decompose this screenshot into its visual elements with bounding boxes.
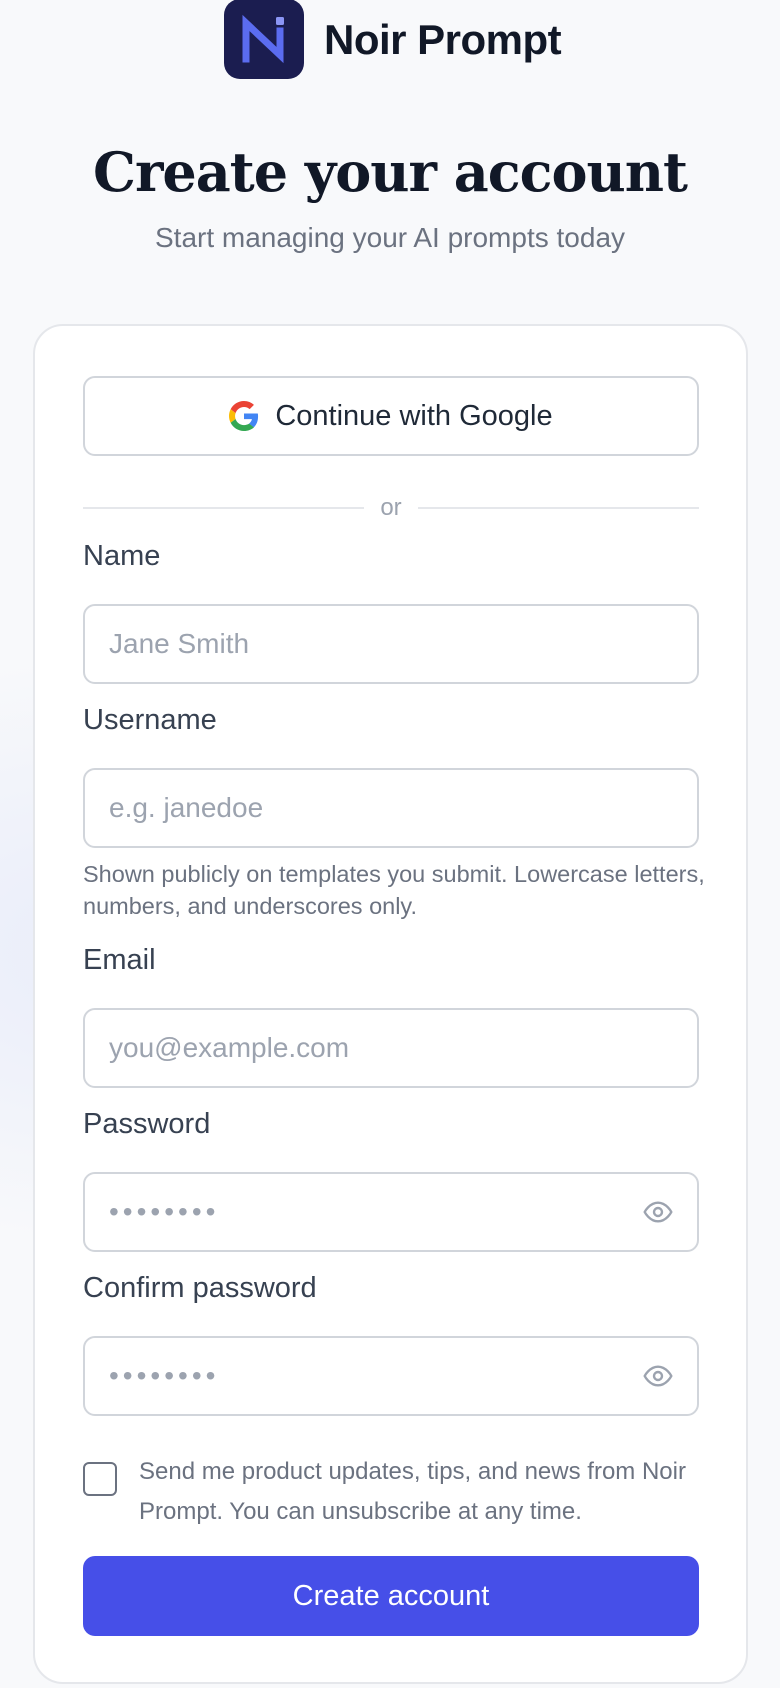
google-button-label: Continue with Google bbox=[275, 399, 553, 432]
username-help-text: Shown publicly on templates you submit. … bbox=[83, 861, 705, 919]
email-input[interactable] bbox=[83, 1008, 699, 1088]
signup-card: Continue with Google or Name Username Sh… bbox=[33, 324, 748, 1684]
divider-line-left bbox=[83, 507, 365, 509]
name-input[interactable] bbox=[83, 604, 699, 684]
confirm-password-label: Confirm password bbox=[83, 1272, 317, 1304]
newsletter-checkbox[interactable] bbox=[83, 1462, 117, 1496]
name-label: Name bbox=[83, 540, 161, 572]
continue-with-google-button[interactable]: Continue with Google bbox=[83, 376, 699, 456]
divider-line-right bbox=[417, 507, 699, 509]
divider-text: or bbox=[380, 494, 402, 521]
password-input[interactable] bbox=[83, 1172, 699, 1252]
confirm-password-input[interactable] bbox=[83, 1336, 699, 1416]
create-account-button[interactable]: Create account bbox=[83, 1556, 699, 1636]
password-label: Password bbox=[83, 1108, 211, 1140]
email-label: Email bbox=[83, 944, 156, 976]
username-input[interactable] bbox=[83, 768, 699, 848]
username-label: Username bbox=[83, 704, 217, 736]
google-logo-icon bbox=[229, 401, 259, 431]
brand-header: Noir Prompt bbox=[224, 0, 562, 80]
page-subtitle: Start managing your AI prompts today bbox=[154, 222, 626, 253]
newsletter-label: Send me product updates, tips, and news … bbox=[139, 1458, 686, 1525]
noir-prompt-logo-icon bbox=[224, 0, 304, 79]
or-divider: or bbox=[83, 488, 699, 528]
show-password-eye-icon[interactable] bbox=[641, 1195, 675, 1229]
page-title: Create your account bbox=[92, 140, 688, 204]
brand-name: Noir Prompt bbox=[324, 16, 562, 63]
show-confirm-password-eye-icon[interactable] bbox=[641, 1359, 675, 1393]
